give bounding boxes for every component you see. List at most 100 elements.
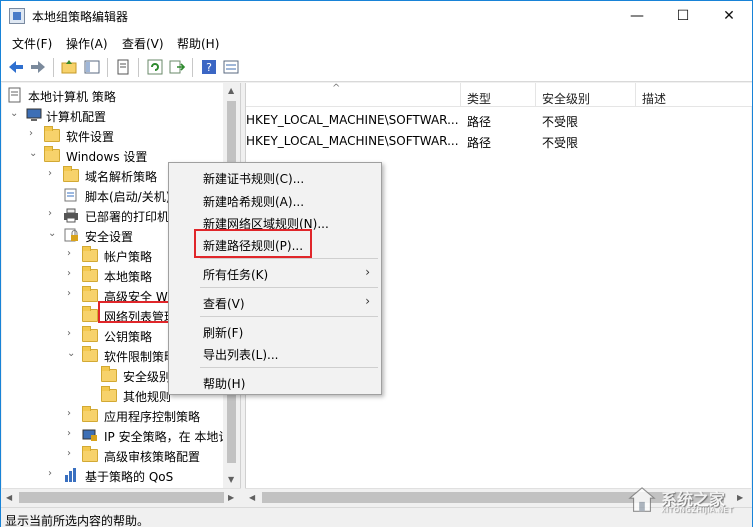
menu-export-list[interactable]: 导出列表(L)... xyxy=(170,342,380,364)
menu-item-label: 刷新(F) xyxy=(203,326,244,340)
scroll-left-icon[interactable]: ◀ xyxy=(6,493,12,502)
show-tree-icon[interactable] xyxy=(83,58,101,76)
column-header-description[interactable]: 描述 xyxy=(642,90,666,107)
submenu-arrow-icon: › xyxy=(365,265,370,279)
menu-item-label: 帮助(H) xyxy=(203,377,246,391)
tree-label: IP 安全策略，在 本地计算机 xyxy=(104,430,241,444)
menu-refresh[interactable]: 刷新(F) xyxy=(170,320,380,342)
folder-icon xyxy=(101,386,117,403)
tree-label: 计算机配置 xyxy=(46,110,107,124)
chevron-right-icon[interactable]: › xyxy=(67,408,77,420)
menu-action[interactable]: 操作(A) xyxy=(66,35,108,52)
tree-node[interactable]: 本地计算机 策略 xyxy=(2,85,240,105)
properties-icon[interactable] xyxy=(114,58,132,76)
folder-icon xyxy=(101,366,117,383)
house-logo-icon xyxy=(628,487,656,512)
rule-name: HKEY_LOCAL_MACHINE\SOFTWAR... xyxy=(246,134,459,148)
folder-icon xyxy=(82,306,98,323)
chevron-down-icon[interactable]: ⌄ xyxy=(29,148,39,160)
tree-node[interactable]: › 高级审核策略配置 xyxy=(2,445,240,465)
help-icon[interactable]: ? xyxy=(200,58,218,76)
up-folder-icon[interactable] xyxy=(60,58,78,76)
export-list-icon[interactable] xyxy=(168,58,186,76)
menu-help[interactable]: 帮助(H) xyxy=(170,371,380,393)
chevron-right-icon[interactable]: › xyxy=(67,448,77,460)
chevron-right-icon[interactable]: › xyxy=(48,168,58,180)
menu-new-certificate-rule[interactable]: 新建证书规则(C)... xyxy=(170,166,380,188)
scroll-thumb[interactable] xyxy=(19,492,224,503)
tree-label: 已部署的打印机 xyxy=(85,210,170,224)
tree-node[interactable]: › 软件设置 xyxy=(2,125,240,145)
list-item[interactable]: HKEY_LOCAL_MACHINE\SOFTWAR... 路径 不受限 xyxy=(246,130,752,151)
refresh-icon[interactable] xyxy=(146,58,164,76)
rule-type: 路径 xyxy=(467,115,492,129)
menu-view[interactable]: 查看(V) xyxy=(122,35,164,52)
folder-icon xyxy=(82,446,98,463)
chevron-right-icon[interactable]: › xyxy=(48,468,58,480)
rule-level: 不受限 xyxy=(542,115,579,129)
menu-separator xyxy=(200,287,378,288)
menu-help[interactable]: 帮助(H) xyxy=(177,35,219,52)
menu-new-hash-rule[interactable]: 新建哈希规则(A)... xyxy=(170,189,380,211)
column-header-type[interactable]: 类型 xyxy=(467,90,491,107)
path-rule-highlight xyxy=(194,229,312,258)
tree-node[interactable]: ⌄ 计算机配置 xyxy=(2,105,240,125)
scroll-left-icon[interactable]: ◀ xyxy=(249,493,255,502)
chevron-down-icon[interactable]: ⌄ xyxy=(48,228,58,240)
chevron-right-icon[interactable]: › xyxy=(67,288,77,300)
list-header: ^ 类型 安全级别 描述 xyxy=(246,83,752,107)
chevron-right-icon[interactable]: › xyxy=(67,248,77,260)
close-button[interactable]: ✕ xyxy=(706,1,752,31)
tree-label: 软件限制策略 xyxy=(104,350,177,364)
chevron-right-icon[interactable]: › xyxy=(29,128,39,140)
column-divider[interactable] xyxy=(460,83,461,107)
toolbar-separator xyxy=(107,58,108,77)
tree-label: 其他规则 xyxy=(123,390,172,404)
folder-lock-icon xyxy=(82,246,98,263)
menu-view[interactable]: 查看(V) › xyxy=(170,291,380,313)
menu-bar: 文件(F) 操作(A) 查看(V) 帮助(H) xyxy=(1,31,752,53)
maximize-button[interactable]: ☐ xyxy=(660,1,706,31)
folder-icon xyxy=(82,326,98,343)
chevron-right-icon[interactable]: › xyxy=(67,328,77,340)
chart-icon xyxy=(63,467,79,483)
scroll-down-icon[interactable]: ▼ xyxy=(228,475,234,484)
menu-all-tasks[interactable]: 所有任务(K) › xyxy=(170,262,380,284)
chevron-down-icon[interactable]: ⌄ xyxy=(10,108,20,120)
list-item[interactable]: HKEY_LOCAL_MACHINE\SOFTWAR... 路径 不受限 xyxy=(246,109,752,130)
tree-label: 本地计算机 策略 xyxy=(28,90,116,104)
view-icon[interactable] xyxy=(222,58,240,76)
menu-file[interactable]: 文件(F) xyxy=(12,35,52,52)
security-icon xyxy=(63,227,79,243)
status-text: 显示当前所选内容的帮助。 xyxy=(5,514,150,528)
back-icon[interactable] xyxy=(7,58,25,76)
tree-label: 软件设置 xyxy=(66,130,115,144)
tree-horizontal-scrollbar[interactable]: ◀ ▶ xyxy=(2,488,241,506)
scroll-right-icon[interactable]: ▶ xyxy=(228,493,234,502)
chevron-right-icon[interactable]: › xyxy=(48,208,58,220)
chevron-right-icon[interactable]: › xyxy=(67,268,77,280)
tree-label: 高级审核策略配置 xyxy=(104,450,201,464)
menu-item-label: 导出列表(L)... xyxy=(203,348,279,362)
tree-label: 脚本(启动/关机) xyxy=(85,190,171,204)
sort-ascending-icon: ^ xyxy=(332,83,341,94)
column-header-level[interactable]: 安全级别 xyxy=(542,90,590,107)
scroll-up-icon[interactable]: ▲ xyxy=(228,86,234,95)
folder-icon xyxy=(82,346,98,363)
column-divider[interactable] xyxy=(635,83,636,107)
chevron-right-icon[interactable]: › xyxy=(67,428,77,440)
context-menu: 新建证书规则(C)... 新建哈希规则(A)... 新建网络区域规则(N)...… xyxy=(168,162,382,395)
minimize-button[interactable]: — xyxy=(614,1,660,31)
tree-node[interactable]: › 应用程序控制策略 xyxy=(2,405,240,425)
tree-node[interactable]: › IP 安全策略，在 本地计算机 xyxy=(2,425,241,445)
tree-node[interactable]: › 基于策略的 QoS xyxy=(2,465,240,485)
column-divider[interactable] xyxy=(535,83,536,107)
tree-label: 本地策略 xyxy=(104,270,153,284)
title-bar: 本地组策略编辑器 — ☐ ✕ xyxy=(1,1,752,31)
chevron-down-icon[interactable]: ⌄ xyxy=(67,348,77,360)
forward-icon[interactable] xyxy=(29,58,47,76)
svg-text:?: ? xyxy=(206,61,212,74)
menu-item-label: 新建哈希规则(A)... xyxy=(203,195,305,209)
submenu-arrow-icon: › xyxy=(365,294,370,308)
toolbar-separator xyxy=(192,58,193,77)
